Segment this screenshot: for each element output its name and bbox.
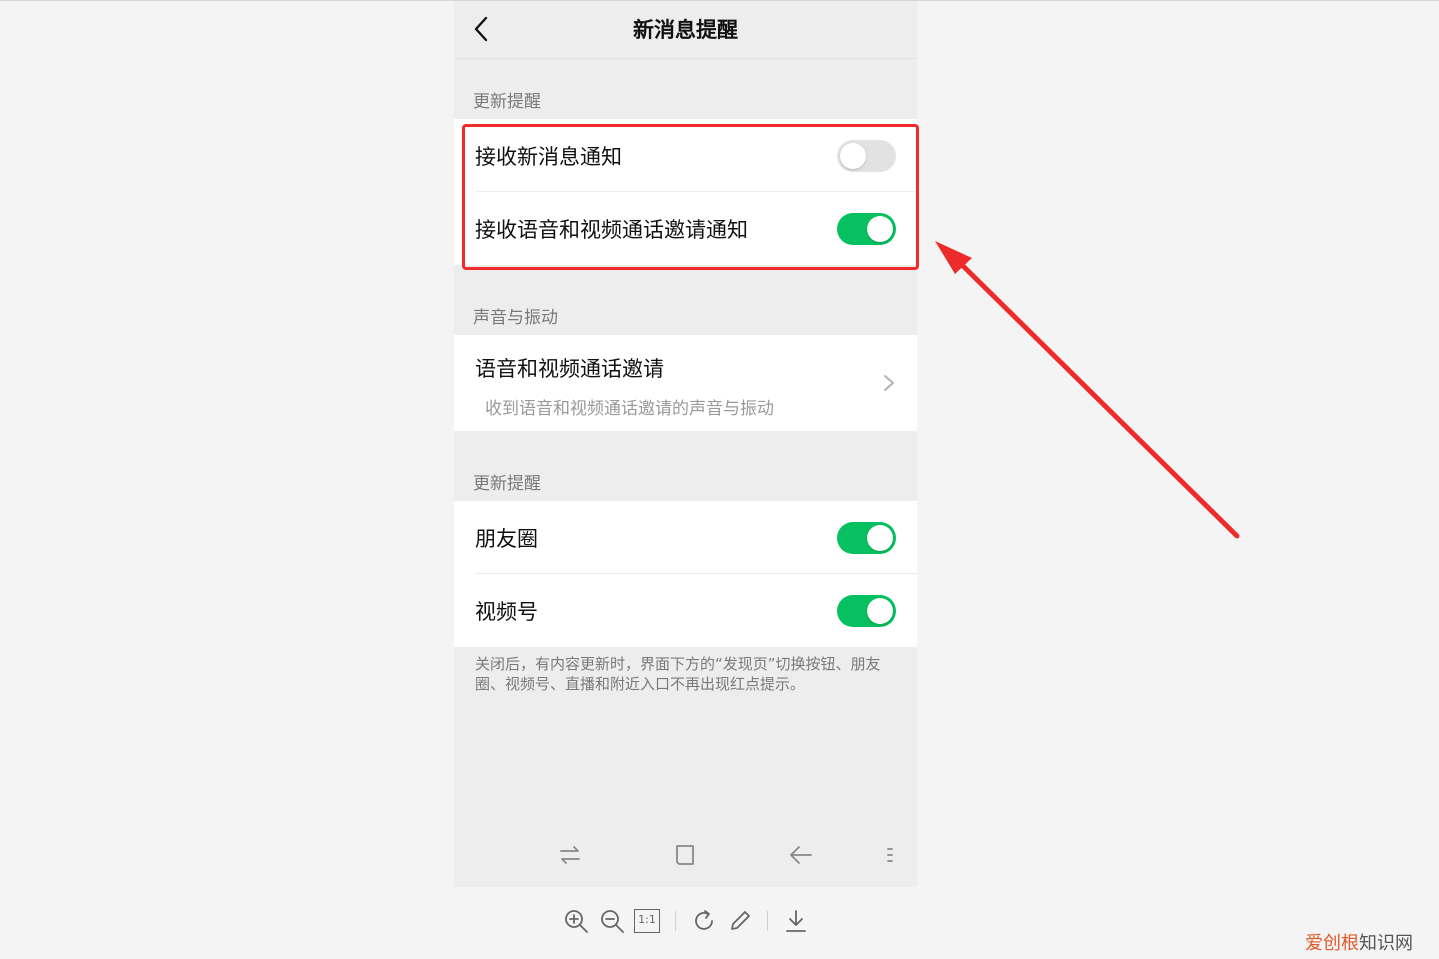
- toolbar-divider: [767, 911, 768, 931]
- rotate-icon[interactable]: [690, 907, 718, 935]
- menu-dots-icon[interactable]: [876, 841, 904, 869]
- home-square-icon[interactable]: [671, 841, 699, 869]
- download-icon[interactable]: [782, 907, 810, 935]
- call-invite-toggle[interactable]: [837, 213, 896, 245]
- red-arrow-annotation: [935, 241, 1240, 539]
- sound-item[interactable]: 语音和视频通话邀请 收到语音和视频通话邀请的声音与振动: [454, 335, 917, 431]
- section-label-update-2: 更新提醒: [473, 474, 541, 494]
- watermark-part2: 知识网: [1359, 933, 1413, 954]
- watermark-part1: 爱创根: [1305, 933, 1359, 954]
- chevron-right-icon: [884, 375, 894, 391]
- section-label-update: 更新提醒: [473, 92, 541, 112]
- image-viewer-toolbar: 1:1: [560, 903, 820, 939]
- section-label-sound: 声音与振动: [473, 308, 558, 328]
- phone-screen: 新消息提醒 更新提醒 接收新消息通知 接收语音和视频通话邀请通知 声音与振动 语…: [454, 1, 917, 887]
- switch-apps-icon[interactable]: [556, 841, 584, 869]
- pencil-icon[interactable]: [726, 907, 754, 935]
- row-label: 接收语音和视频通话邀请通知: [475, 218, 748, 242]
- notify-group: 接收新消息通知 接收语音和视频通话邀请通知: [454, 119, 917, 265]
- system-nav-bar: [454, 831, 917, 877]
- sound-item-desc: 收到语音和视频通话邀请的声音与振动: [485, 399, 774, 419]
- row-moments: 朋友圈: [454, 501, 917, 574]
- nav-bar: 新消息提醒: [454, 1, 917, 59]
- toggle-knob: [840, 143, 866, 169]
- toggle-knob: [867, 525, 893, 551]
- sound-item-title: 语音和视频通话邀请: [475, 357, 664, 381]
- footnote: 关闭后，有内容更新时，界面下方的“发现页”切换按钮、朋友圈、视频号、直播和附近入…: [475, 655, 881, 693]
- toggle-knob: [867, 216, 893, 242]
- toolbar-divider: [675, 911, 676, 931]
- channels-toggle[interactable]: [837, 595, 896, 627]
- row-channels: 视频号: [454, 574, 917, 647]
- row-label: 接收新消息通知: [475, 145, 622, 169]
- new-message-toggle[interactable]: [837, 140, 896, 172]
- row-call-invite: 接收语音和视频通话邀请通知: [454, 192, 917, 265]
- row-label: 视频号: [475, 600, 538, 624]
- moments-toggle[interactable]: [837, 522, 896, 554]
- update-group: 朋友圈 视频号: [454, 501, 917, 647]
- watermark: 爱创根知识网: [1305, 929, 1413, 955]
- row-label: 朋友圈: [475, 527, 538, 551]
- toggle-knob: [867, 598, 893, 624]
- zoom-out-icon[interactable]: [598, 907, 626, 935]
- row-new-message: 接收新消息通知: [454, 119, 917, 192]
- back-arrow-icon[interactable]: [787, 841, 815, 869]
- actual-size-button[interactable]: 1:1: [634, 909, 660, 933]
- zoom-in-icon[interactable]: [562, 907, 590, 935]
- page-title: 新消息提醒: [633, 18, 738, 42]
